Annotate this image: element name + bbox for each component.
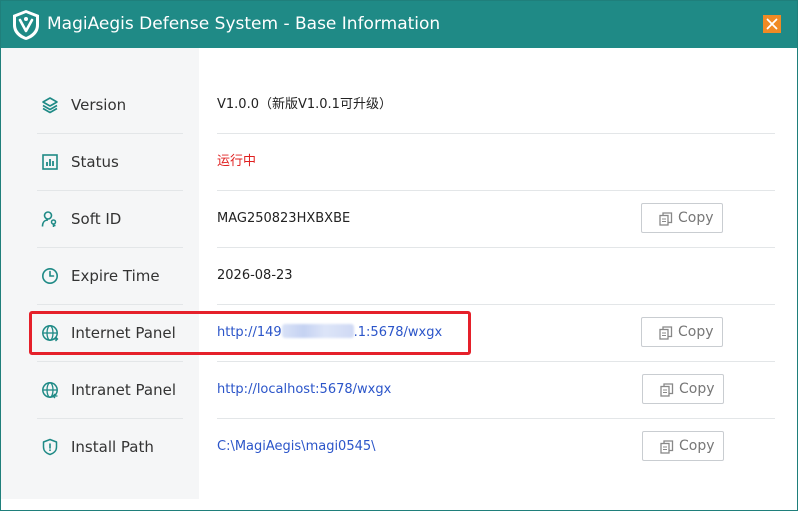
row-label: Version bbox=[71, 96, 127, 114]
value-cell: 运行中 bbox=[217, 134, 775, 191]
row-label: Status bbox=[71, 153, 119, 171]
copy-label: Copy bbox=[679, 381, 715, 397]
base-info-window: MagiAegis Defense System - Base Informat… bbox=[0, 0, 798, 511]
row-label: Expire Time bbox=[71, 267, 160, 285]
value-cell: C:\MagiAegis\magi0545\ Copy bbox=[217, 419, 775, 475]
label-cell: Status bbox=[37, 134, 183, 191]
label-cell: Version bbox=[37, 77, 183, 134]
globe-arrow-icon bbox=[42, 382, 58, 399]
copy-label: Copy bbox=[679, 438, 715, 454]
info-row-internet-panel: Internet Panel http://149 .1:5678/wxgx Co… bbox=[1, 305, 797, 362]
internet-panel-link[interactable]: http://149 .1:5678/wxgx bbox=[217, 323, 442, 343]
row-label: Internet Panel bbox=[71, 324, 176, 342]
value-cell: 2026-08-23 bbox=[217, 248, 775, 305]
expire-time-value: 2026-08-23 bbox=[217, 268, 293, 283]
shield-logo-icon bbox=[13, 10, 39, 40]
user-key-icon bbox=[41, 211, 57, 227]
intranet-panel-link[interactable]: http://localhost:5678/wxgx bbox=[217, 380, 391, 400]
row-label: Install Path bbox=[71, 438, 154, 456]
label-cell: Internet Panel bbox=[37, 305, 183, 362]
info-row-status: Status 运行中 bbox=[1, 134, 797, 191]
redacted-ip-mask bbox=[281, 324, 354, 338]
info-row-install-path: Install Path C:\MagiAegis\magi0545\ Copy bbox=[1, 419, 797, 476]
value-cell: http://localhost:5678/wxgx Copy bbox=[217, 362, 775, 419]
title-bar[interactable]: MagiAegis Defense System - Base Informat… bbox=[1, 1, 797, 48]
info-row-version: Version V1.0.0（新版V1.0.1可升级） bbox=[1, 77, 797, 134]
window-title: MagiAegis Defense System - Base Informat… bbox=[47, 14, 441, 34]
info-row-expire-time: Expire Time 2026-08-23 bbox=[1, 248, 797, 305]
value-cell: V1.0.0（新版V1.0.1可升级） bbox=[217, 77, 775, 134]
copy-label: Copy bbox=[678, 324, 714, 340]
info-row-soft-id: Soft ID MAG250823HXBXBE Copy bbox=[1, 191, 797, 248]
url-prefix: http://149 bbox=[217, 325, 282, 340]
chart-icon bbox=[42, 154, 58, 170]
clock-icon bbox=[42, 268, 58, 284]
row-label: Soft ID bbox=[71, 210, 122, 228]
copy-soft-id-button[interactable]: Copy bbox=[641, 203, 723, 233]
close-button[interactable] bbox=[763, 15, 781, 33]
shield-icon bbox=[42, 438, 58, 456]
soft-id-value: MAG250823HXBXBE bbox=[217, 211, 351, 226]
label-cell: Expire Time bbox=[37, 248, 183, 305]
status-value: 运行中 bbox=[217, 154, 257, 169]
row-label: Intranet Panel bbox=[71, 381, 177, 399]
copy-label: Copy bbox=[678, 210, 714, 226]
install-path-link[interactable]: C:\MagiAegis\magi0545\ bbox=[217, 437, 376, 457]
info-row-intranet-panel: Intranet Panel http://localhost:5678/wxg… bbox=[1, 362, 797, 419]
label-cell: Intranet Panel bbox=[37, 362, 183, 419]
globe-icon bbox=[42, 325, 59, 342]
value-cell: http://149 .1:5678/wxgx Copy bbox=[217, 305, 775, 362]
close-icon bbox=[766, 18, 778, 30]
copy-icon bbox=[660, 383, 674, 397]
copy-icon bbox=[659, 212, 673, 226]
copy-intranet-panel-button[interactable]: Copy bbox=[642, 374, 724, 404]
version-value: V1.0.0（新版V1.0.1可升级） bbox=[217, 97, 392, 112]
label-cell: Install Path bbox=[37, 419, 183, 475]
label-cell: Soft ID bbox=[37, 191, 183, 248]
copy-icon bbox=[659, 326, 673, 340]
value-cell: MAG250823HXBXBE Copy bbox=[217, 191, 775, 248]
url-suffix: .1:5678/wxgx bbox=[353, 325, 443, 340]
copy-install-path-button[interactable]: Copy bbox=[642, 431, 724, 461]
layers-icon bbox=[42, 97, 58, 114]
copy-internet-panel-button[interactable]: Copy bbox=[641, 317, 723, 347]
copy-icon bbox=[660, 440, 674, 454]
